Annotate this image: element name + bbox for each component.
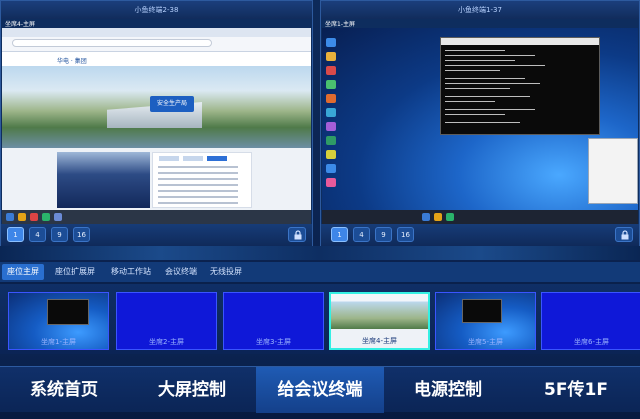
tab-seat-main[interactable]: 座位主屏 <box>2 264 44 280</box>
browser-tabs <box>2 28 311 37</box>
nav-home[interactable]: 系统首页 <box>0 367 128 413</box>
left-layout-9-button[interactable]: 9 <box>51 227 68 242</box>
browser-url-field <box>12 39 212 47</box>
news-box <box>152 152 252 208</box>
thumb-seat4[interactable]: 坐席4-主屏 <box>329 292 430 350</box>
nav-screen-control[interactable]: 大屏控制 <box>128 367 256 413</box>
tab-conference-terminal[interactable]: 会议终端 <box>160 264 202 280</box>
right-panel-label: 坐席1-主屏 <box>325 21 355 28</box>
safety-production-button: 安全生产局 <box>150 96 194 112</box>
source-tabs: 座位主屏 座位扩展屏 移动工作站 会议终端 无线投屏 <box>0 262 640 282</box>
site-header <box>2 52 311 66</box>
browser-toolbar <box>2 28 311 52</box>
windows-taskbar <box>2 210 311 224</box>
lock-icon <box>294 230 302 240</box>
thumb-seat6[interactable]: 坐席6-主屏 <box>541 292 640 350</box>
left-panel-label: 坐席4-主屏 <box>5 21 35 28</box>
thumb-label: 坐席4-主屏 <box>362 337 397 345</box>
thumb-label: 坐席1-主屏 <box>41 338 76 346</box>
site-logo: 华电 · 集团 <box>57 58 87 65</box>
tab-wireless-cast[interactable]: 无线投屏 <box>205 264 247 280</box>
command-prompt-window <box>440 37 600 135</box>
nav-bar: 系统首页 大屏控制 给会议终端 电源控制 5F传1F <box>0 366 640 413</box>
windows-taskbar <box>322 210 638 224</box>
nav-power-control[interactable]: 电源控制 <box>384 367 512 413</box>
right-layout-9-button[interactable]: 9 <box>375 227 392 242</box>
right-screen-preview[interactable] <box>322 28 638 224</box>
nav-conference-terminal[interactable]: 给会议终端 <box>256 367 384 413</box>
left-layout-1-button[interactable]: 1 <box>7 227 24 242</box>
panel-divider <box>0 246 640 260</box>
left-panel-title: 小鱼终端2-38 <box>1 1 312 19</box>
right-lock-button[interactable] <box>615 227 633 242</box>
thumb-label: 坐席6-主屏 <box>574 338 609 346</box>
source-thumbnails: 坐席1-主屏 坐席2-主屏 坐席3-主屏 坐席4-主屏 坐席5-主屏 坐席6-主… <box>0 284 640 354</box>
lock-icon <box>621 230 629 240</box>
notification-dialog <box>588 138 638 204</box>
thumb-seat3[interactable]: 坐席3-主屏 <box>223 292 324 350</box>
left-layout-4-button[interactable]: 4 <box>29 227 46 242</box>
thumb-label: 坐席2-主屏 <box>149 338 184 346</box>
right-layout-16-button[interactable]: 16 <box>397 227 414 242</box>
thumb-seat2[interactable]: 坐席2-主屏 <box>116 292 217 350</box>
control-screen: 小鱼终端2-38 华电 · 集团 安全生产局 坐席4-主屏 1 4 9 16 小… <box>0 0 640 419</box>
thumb-seat5[interactable]: 坐席5-主屏 <box>435 292 536 350</box>
thumb-seat1[interactable]: 坐席1-主屏 <box>8 292 109 350</box>
thumb-label: 坐席5-主屏 <box>468 338 503 346</box>
nav-5f-to-1f[interactable]: 5F传1F <box>512 367 640 413</box>
left-display-panel: 小鱼终端2-38 华电 · 集团 安全生产局 坐席4-主屏 1 4 9 16 <box>0 0 313 246</box>
tab-seat-extended[interactable]: 座位扩展屏 <box>50 264 100 280</box>
right-layout-4-button[interactable]: 4 <box>353 227 370 242</box>
left-lock-button[interactable] <box>288 227 306 242</box>
right-layout-1-button[interactable]: 1 <box>331 227 348 242</box>
left-layout-16-button[interactable]: 16 <box>73 227 90 242</box>
right-panel-title: 小鱼终端1-37 <box>321 1 639 19</box>
thumb-label: 坐席3-主屏 <box>256 338 291 346</box>
meeting-photo <box>57 152 150 208</box>
left-panel-toolbar: 1 4 9 16 <box>1 224 312 246</box>
bottom-navigation: 系统首页 大屏控制 给会议终端 电源控制 5F传1F <box>0 354 640 419</box>
left-screen-preview[interactable]: 华电 · 集团 安全生产局 <box>2 28 311 224</box>
right-display-panel: 小鱼终端1-37 坐席1-主屏 1 4 9 16 <box>320 0 640 246</box>
right-panel-toolbar: 1 4 9 16 <box>321 224 639 246</box>
tab-mobile-workstation[interactable]: 移动工作站 <box>106 264 156 280</box>
